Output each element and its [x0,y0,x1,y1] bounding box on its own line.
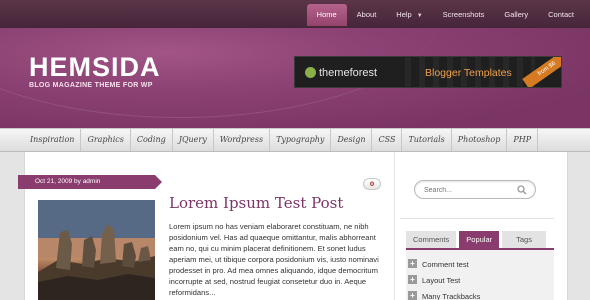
nav-screenshots[interactable]: Screenshots [433,4,495,26]
nav-home[interactable]: Home [306,4,347,26]
search-input[interactable] [424,184,518,196]
sidebar-separator [400,218,554,219]
category-graphics[interactable]: Graphics [81,129,131,151]
popular-panel: + Comment test + Layout Test + Many Trackba… [406,248,554,300]
tab-popular[interactable]: Popular [459,231,500,248]
banner-brand: themeforest [305,57,378,87]
category-inspiration[interactable]: Inspiration [24,129,82,151]
site-tagline: BLOG MAGAZINE THEME FOR WP [29,82,153,89]
nav-gallery[interactable]: Gallery [494,4,538,26]
category-php[interactable]: PHP [507,129,539,151]
plus-icon: + [408,259,417,268]
nav-help-label: Help [396,10,412,19]
sidebar-tabs: Comments Popular Tags [406,231,549,248]
banner-brand-text: themeforest [319,67,378,79]
rock-landscape-image [38,200,155,300]
tab-comments[interactable]: Comments [406,231,457,248]
list-item-label: Comment test [422,260,469,269]
category-coding[interactable]: Coding [131,129,173,151]
category-photoshop[interactable]: Photoshop [452,129,508,151]
post-meta: Oct 21, 2009 by admin [18,175,162,189]
list-item-label: Layout Test [422,276,461,285]
site-header: HEMSIDA BLOG MAGAZINE THEME FOR WP theme… [0,28,590,128]
tab-tags[interactable]: Tags [502,231,546,248]
top-nav: Home About Help ▼ Screenshots Gallery Con… [306,4,584,26]
search-box [414,180,536,199]
list-item-label: Many Trackbacks [422,292,481,300]
plus-icon: + [408,275,417,284]
nav-contact[interactable]: Contact [538,4,584,26]
category-typography[interactable]: Typography [270,129,332,151]
list-item[interactable]: + Comment test [408,259,554,275]
category-design[interactable]: Design [331,129,373,151]
category-tutorials[interactable]: Tutorials [402,129,452,151]
top-bar: Home About Help ▼ Screenshots Gallery Con… [0,0,590,28]
category-css[interactable]: CSS [372,129,403,151]
category-nav: Inspiration Graphics Coding JQuery Wordp… [0,128,590,152]
list-item[interactable]: + Many Trackbacks [408,291,554,300]
list-item[interactable]: + Layout Test [408,275,554,291]
category-wordpress[interactable]: Wordpress [214,129,271,151]
search-icon[interactable] [517,185,527,195]
leaf-icon [305,67,316,78]
sidebar-divider [394,152,395,300]
nav-about[interactable]: About [347,4,387,26]
plus-icon: + [408,291,417,300]
chevron-down-icon: ▼ [416,13,423,19]
category-jquery[interactable]: JQuery [173,129,214,151]
site-title[interactable]: HEMSIDA [29,54,161,81]
banner-text: Blogger Templates [425,67,512,79]
comment-count-badge[interactable]: 0 [363,178,381,190]
ad-banner[interactable]: themeforest Blogger Templates from $6 [294,56,562,88]
nav-help[interactable]: Help ▼ [386,4,432,26]
post-excerpt: Lorem ipsum no has veniam elaboraret con… [169,222,379,297]
post-title[interactable]: Lorem Ipsum Test Post [169,194,343,212]
post-thumbnail[interactable] [38,200,155,300]
